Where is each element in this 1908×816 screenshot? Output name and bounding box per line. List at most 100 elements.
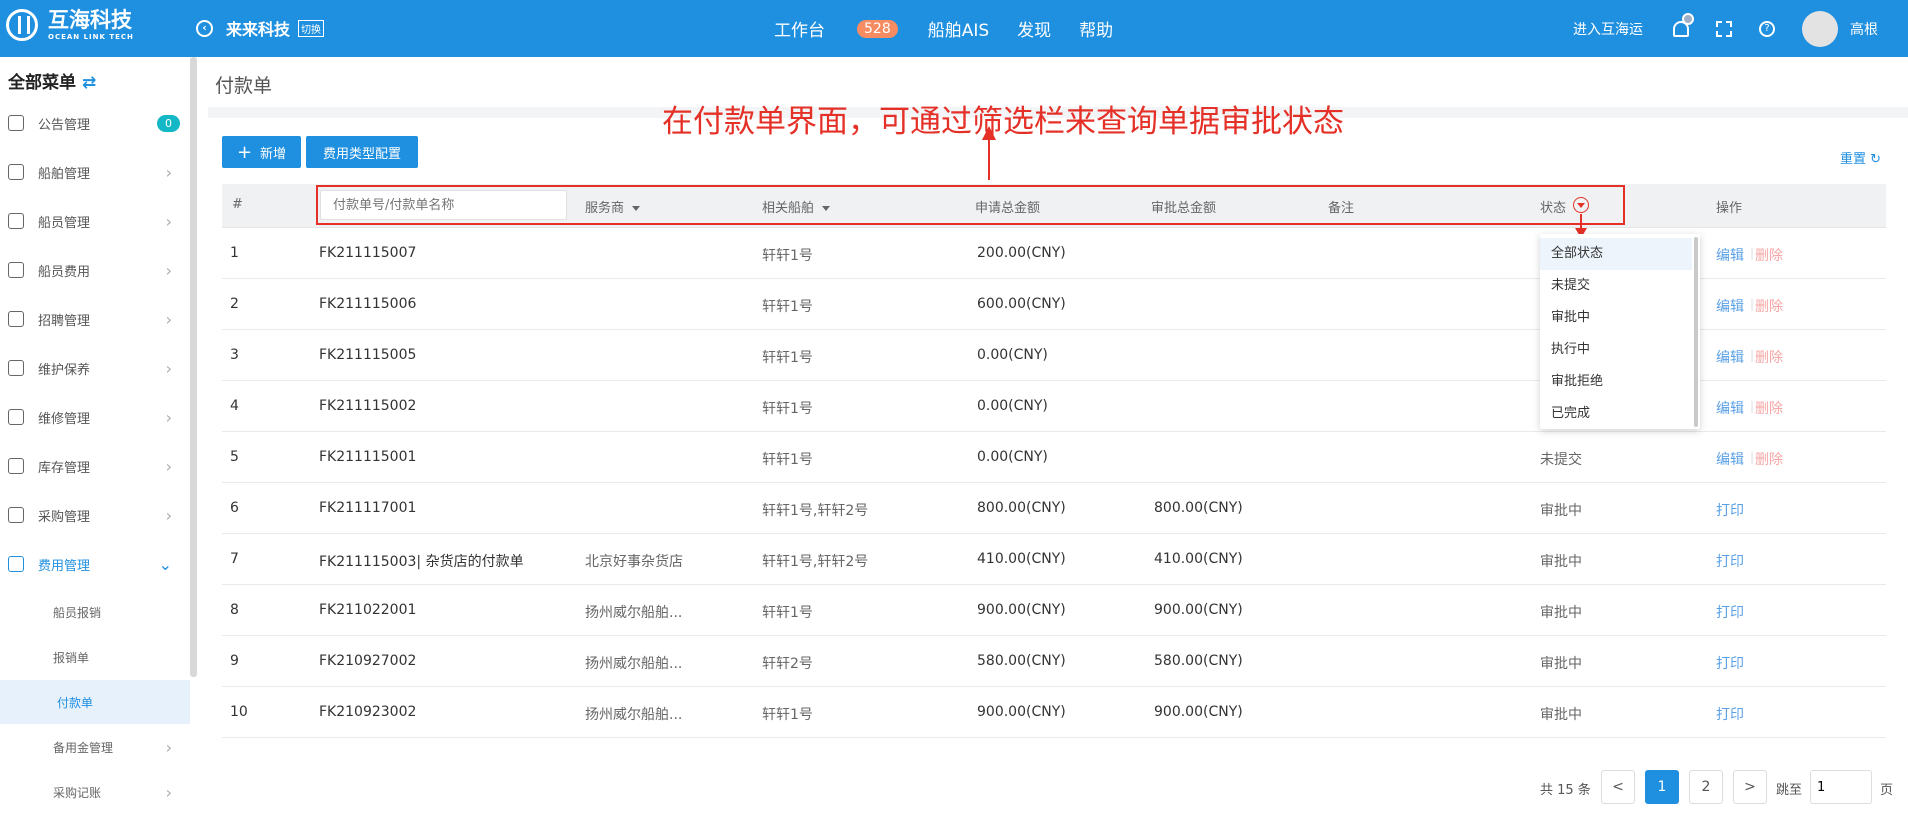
edit-link[interactable]: 编辑 (1716, 398, 1744, 418)
sidebar-subitem-petty-cash[interactable]: 备用金管理 › (0, 725, 190, 769)
sidebar-subitem-purchase-bookkeeping[interactable]: 采购记账 › (0, 770, 190, 814)
row-index: 2 (230, 296, 239, 312)
delete-link[interactable]: 删除 (1755, 398, 1783, 418)
sidebar-item-announcements[interactable]: 公告管理 0 (0, 103, 190, 143)
enter-link[interactable]: 进入互海运 (1573, 19, 1643, 39)
page-1-button[interactable]: 1 (1645, 770, 1679, 804)
col-index: # (232, 197, 243, 212)
sidebar-item-ships[interactable]: 船舶管理 › (0, 152, 190, 192)
page-2-button[interactable]: 2 (1689, 770, 1723, 804)
edit-link[interactable]: 编辑 (1716, 245, 1744, 265)
row-doc-no: FK211115005 (319, 347, 417, 363)
dropdown-scrollbar[interactable] (1694, 237, 1698, 427)
help-icon[interactable]: ? (1759, 20, 1775, 37)
back-icon[interactable]: ‹ (196, 19, 213, 37)
reset-button[interactable]: 重置 ↻ (1840, 148, 1881, 167)
row-apply-amount: 900.00(CNY) (977, 602, 1066, 618)
row-apply-amount: 0.00(CNY) (977, 347, 1048, 363)
row-status: 审批中 (1540, 605, 1582, 621)
print-link[interactable]: 打印 (1716, 704, 1744, 724)
company-switcher[interactable]: ‹ 来来科技 切换 (196, 16, 325, 40)
row-doc-no: FK210923002 (319, 704, 417, 720)
switch-company-button[interactable]: 切换 (298, 19, 325, 37)
row-ship: 轩轩1号 (762, 707, 813, 723)
sidebar-item-purchasing[interactable]: 采购管理 › (0, 495, 190, 535)
annotation-arrow-up (982, 126, 996, 180)
row-apply-amount: 580.00(CNY) (977, 653, 1066, 669)
row-apply-amount: 600.00(CNY) (977, 296, 1066, 312)
op-separator: | (1750, 450, 1755, 464)
filter-highlight-box (316, 185, 1625, 225)
status-option-rejected[interactable]: 审批拒绝 (1540, 366, 1692, 398)
top-nav: 工作台 528 船舶AIS 发现 帮助 (774, 16, 1141, 41)
row-vendor: 扬州威尔船舶... (585, 656, 683, 672)
anchor-icon (8, 164, 24, 180)
expense-type-config-button[interactable]: 费用类型配置 (306, 136, 418, 168)
status-option-in-approval[interactable]: 审批中 (1540, 302, 1692, 334)
row-approve-amount: 900.00(CNY) (1154, 602, 1243, 618)
workbench-badge: 528 (857, 19, 898, 38)
nav-help[interactable]: 帮助 (1079, 16, 1113, 41)
chevron-right-icon: › (165, 358, 172, 378)
sidebar-item-label: 招聘管理 (38, 313, 91, 329)
user-name[interactable]: 高根 (1850, 19, 1878, 39)
sidebar-subitem-label: 备用金管理 (53, 740, 114, 755)
next-page-button[interactable]: > (1733, 770, 1767, 804)
fullscreen-icon[interactable] (1716, 20, 1732, 37)
sidebar-subitem-payment[interactable]: 付款单 (0, 680, 190, 724)
edit-link[interactable]: 编辑 (1716, 296, 1744, 316)
status-option-all[interactable]: 全部状态 (1540, 238, 1692, 270)
chevron-right-icon: › (165, 309, 172, 329)
row-index: 6 (230, 500, 239, 516)
nav-ship-ais[interactable]: 船舶AIS (928, 16, 989, 41)
sidebar-item-maintenance[interactable]: 维护保养 › (0, 348, 190, 388)
print-link[interactable]: 打印 (1716, 500, 1744, 520)
row-ship: 轩轩1号 (762, 452, 813, 468)
sidebar-item-label: 费用管理 (38, 558, 91, 574)
sidebar-subitem-crew-reimbursement[interactable]: 船员报销 (0, 590, 190, 634)
avatar[interactable] (1802, 10, 1838, 47)
nav-discover[interactable]: 发现 (1017, 16, 1051, 41)
print-link[interactable]: 打印 (1716, 602, 1744, 622)
sidebar-subitem-reimbursement[interactable]: 报销单 (0, 635, 190, 679)
status-option-not-submitted[interactable]: 未提交 (1540, 270, 1692, 302)
expense-type-config-label: 费用类型配置 (322, 146, 401, 162)
sidebar-item-expense-management[interactable]: 费用管理 ⌄ (0, 544, 190, 584)
row-approve-amount: 580.00(CNY) (1154, 653, 1243, 669)
status-option-completed[interactable]: 已完成 (1540, 398, 1692, 430)
row-index: 3 (230, 347, 239, 363)
swap-icon[interactable]: ⇄ (82, 73, 96, 93)
row-doc-no: FK211115006 (319, 296, 417, 312)
edit-link[interactable]: 编辑 (1716, 347, 1744, 367)
status-option-executing[interactable]: 执行中 (1540, 334, 1692, 366)
logo[interactable]: 互海科技 OCEAN LINK TECH (6, 9, 134, 41)
prev-page-button[interactable]: < (1601, 770, 1635, 804)
delete-link[interactable]: 删除 (1755, 347, 1783, 367)
chevron-right-icon: › (165, 737, 172, 757)
row-status: 审批中 (1540, 656, 1582, 672)
logo-text: 互海科技 OCEAN LINK TECH (48, 9, 134, 41)
delete-link[interactable]: 删除 (1755, 449, 1783, 469)
delete-link[interactable]: 删除 (1755, 245, 1783, 265)
sidebar-item-inventory[interactable]: 库存管理 › (0, 446, 190, 486)
row-approve-amount: 900.00(CNY) (1154, 704, 1243, 720)
row-vendor: 北京好事杂货店 (585, 554, 683, 570)
sidebar-item-label: 维护保养 (38, 362, 91, 378)
edit-link[interactable]: 编辑 (1716, 449, 1744, 469)
jump-page-input[interactable] (1810, 770, 1872, 804)
chevron-right-icon: › (165, 456, 172, 476)
add-button[interactable]: + 新增 (222, 136, 301, 168)
wrench-icon (8, 409, 24, 425)
sidebar-scrollbar[interactable] (190, 57, 197, 677)
company-name: 来来科技 (226, 20, 291, 39)
delete-link[interactable]: 删除 (1755, 296, 1783, 316)
row-doc-no: FK211117001 (319, 500, 417, 516)
nav-workbench[interactable]: 工作台 (774, 16, 825, 41)
sidebar-item-crew[interactable]: 船员管理 › (0, 201, 190, 241)
sidebar-item-recruitment[interactable]: 招聘管理 › (0, 299, 190, 339)
print-link[interactable]: 打印 (1716, 551, 1744, 571)
sidebar-item-crew-expenses[interactable]: 船员费用 › (0, 250, 190, 290)
sidebar-item-repair[interactable]: 维修管理 › (0, 397, 190, 437)
print-link[interactable]: 打印 (1716, 653, 1744, 673)
bell-icon[interactable] (1673, 12, 1694, 37)
